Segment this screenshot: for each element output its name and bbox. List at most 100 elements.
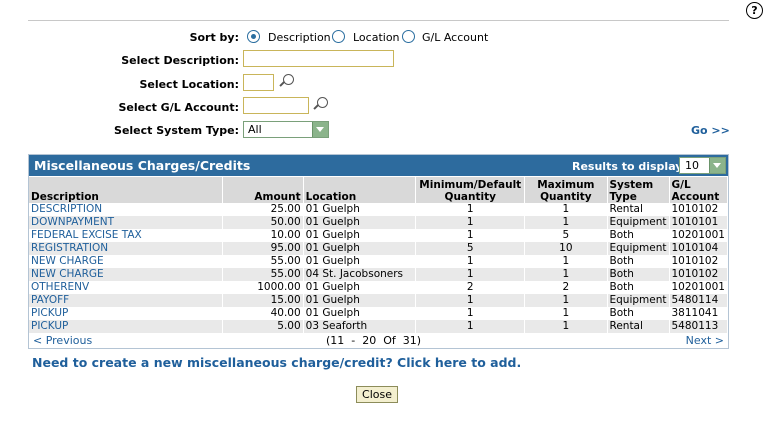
row-description-link[interactable]: PAYOFF (29, 294, 223, 307)
row-location: 01 Guelph (303, 229, 417, 242)
row-location: 01 Guelph (303, 294, 417, 307)
col-max-qty-line2: Quantity (540, 191, 592, 203)
row-gl-account: 3811041 (669, 307, 728, 320)
description-label: Select Description: (121, 54, 239, 67)
results-to-display-select[interactable]: 10 (679, 157, 726, 174)
row-gl-account: 10201001 (669, 229, 728, 242)
row-system-type: Both (607, 281, 670, 294)
page-range-text: (11 - 20 Of 31) (326, 334, 422, 347)
sort-gl-account-radio[interactable] (402, 30, 415, 43)
row-min-qty: 1 (415, 307, 526, 320)
chevron-down-icon[interactable] (709, 158, 725, 173)
chevron-down-icon[interactable] (312, 122, 328, 137)
row-system-type: Both (607, 229, 670, 242)
col-max-qty[interactable]: Maximum Quantity (524, 177, 608, 203)
row-gl-account: 10201001 (669, 281, 728, 294)
col-gl-account[interactable]: G/L Account (669, 177, 728, 203)
row-max-qty: 1 (524, 294, 608, 307)
row-location: 04 St. Jacobsoners (303, 268, 417, 281)
col-location[interactable]: Location (303, 177, 417, 203)
row-description-link[interactable]: DOWNPAYMENT (29, 216, 223, 229)
row-gl-account: 1010102 (669, 203, 728, 216)
row-description-link[interactable]: NEW CHARGE (29, 255, 223, 268)
table-row: FEDERAL EXCISE TAX 10.00 01 Guelph 1 5 B… (29, 229, 728, 242)
add-new-charge-link[interactable]: Need to create a new miscellaneous charg… (32, 355, 521, 370)
row-gl-account: 1010101 (669, 216, 728, 229)
row-min-qty: 2 (415, 281, 526, 294)
row-system-type: Both (607, 307, 670, 320)
top-divider (28, 20, 729, 21)
row-max-qty: 1 (524, 320, 608, 333)
row-min-qty: 1 (415, 320, 526, 333)
table-row: PICKUP 40.00 01 Guelph 1 1 Both 3811041 (29, 307, 728, 320)
help-icon[interactable]: ? (746, 2, 763, 19)
gl-account-label: Select G/L Account: (118, 101, 239, 114)
go-link[interactable]: Go >> (691, 124, 730, 137)
row-description-link[interactable]: DESCRIPTION (29, 203, 223, 216)
row-min-qty: 5 (415, 242, 526, 255)
row-system-type: Both (607, 268, 670, 281)
gl-account-input[interactable] (243, 97, 309, 114)
row-min-qty: 1 (415, 294, 526, 307)
system-type-label: Select System Type: (114, 124, 239, 137)
row-system-type: Equipment (607, 242, 670, 255)
row-description-link[interactable]: PICKUP (29, 320, 223, 333)
row-max-qty: 2 (524, 281, 608, 294)
row-system-type: Rental (607, 203, 670, 216)
close-button[interactable]: Close (356, 386, 398, 403)
row-amount: 5.00 (222, 320, 304, 333)
panel-header: Miscellaneous Charges/Credits Results to… (29, 155, 728, 176)
table-header-row: Description Amount Location Minimum/Defa… (29, 177, 728, 203)
col-system-type-line2: Type (609, 191, 637, 203)
system-type-select[interactable]: All (243, 121, 329, 138)
row-amount: 25.00 (222, 203, 304, 216)
row-max-qty: 1 (524, 216, 608, 229)
row-min-qty: 1 (415, 255, 526, 268)
row-amount: 1000.00 (222, 281, 304, 294)
sort-location-radio[interactable] (332, 30, 345, 43)
table-row: DESCRIPTION 25.00 01 Guelph 1 1 Rental 1… (29, 203, 728, 216)
location-label: Select Location: (139, 78, 239, 91)
col-description[interactable]: Description (29, 177, 223, 203)
next-page-link[interactable]: Next > (686, 334, 724, 347)
charges-panel: Miscellaneous Charges/Credits Results to… (28, 154, 729, 349)
row-location: 01 Guelph (303, 281, 417, 294)
col-amount[interactable]: Amount (222, 177, 304, 203)
row-description-link[interactable]: NEW CHARGE (29, 268, 223, 281)
table-row: NEW CHARGE 55.00 04 St. Jacobsoners 1 1 … (29, 268, 728, 281)
row-location: 01 Guelph (303, 255, 417, 268)
col-min-qty[interactable]: Minimum/Default Quantity (415, 177, 526, 203)
row-description-link[interactable]: FEDERAL EXCISE TAX (29, 229, 223, 242)
col-system-type-line1: System (609, 179, 654, 191)
row-description-link[interactable]: PICKUP (29, 307, 223, 320)
table-row: DOWNPAYMENT 50.00 01 Guelph 1 1 Equipmen… (29, 216, 728, 229)
pagination: < Previous (11 - 20 Of 31) Next > (29, 333, 728, 347)
col-system-type[interactable]: System Type (607, 177, 670, 203)
row-description-link[interactable]: REGISTRATION (29, 242, 223, 255)
row-description-link[interactable]: OTHERENV (29, 281, 223, 294)
gl-account-lookup-icon[interactable] (317, 97, 328, 108)
row-max-qty: 10 (524, 242, 608, 255)
description-input[interactable] (243, 50, 394, 67)
row-system-type: Rental (607, 320, 670, 333)
row-min-qty: 1 (415, 216, 526, 229)
sort-gl-account-label: G/L Account (422, 31, 489, 44)
table-row: NEW CHARGE 55.00 01 Guelph 1 1 Both 1010… (29, 255, 728, 268)
previous-page-link[interactable]: < Previous (33, 334, 92, 347)
row-gl-account: 1010102 (669, 255, 728, 268)
row-amount: 55.00 (222, 255, 304, 268)
sort-description-radio[interactable] (247, 30, 260, 43)
row-location: 01 Guelph (303, 307, 417, 320)
row-min-qty: 1 (415, 268, 526, 281)
col-gl-account-line2: Account (671, 191, 720, 203)
location-lookup-icon[interactable] (283, 74, 294, 85)
col-gl-account-line1: G/L (671, 179, 691, 191)
row-gl-account: 5480113 (669, 320, 728, 333)
results-to-display-value: 10 (685, 159, 699, 172)
row-min-qty: 1 (415, 229, 526, 242)
location-input[interactable] (243, 74, 274, 91)
table-row: PICKUP 5.00 03 Seaforth 1 1 Rental 54801… (29, 320, 728, 333)
sort-location-label: Location (353, 31, 400, 44)
row-location: 01 Guelph (303, 216, 417, 229)
row-location: 01 Guelph (303, 203, 417, 216)
